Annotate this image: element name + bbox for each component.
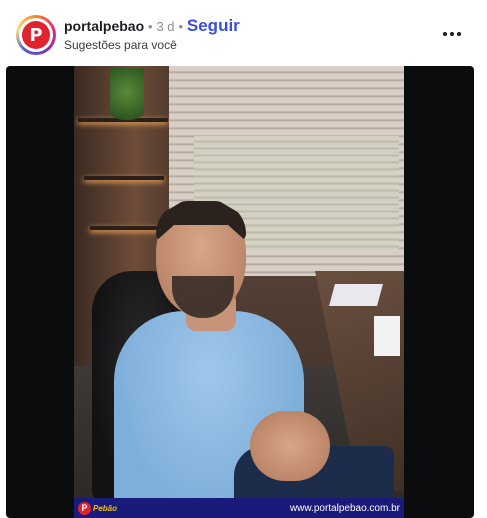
author-avatar[interactable]: P (16, 15, 56, 55)
video-watermark-banner: P Pebão www.portalpebao.com.br (74, 498, 404, 518)
video-shelf (90, 226, 160, 230)
portalpebao-logo-icon: P (22, 21, 50, 49)
author-username[interactable]: portalpebao (64, 18, 144, 34)
video-papers (329, 284, 383, 306)
video-shelf (84, 176, 164, 180)
post-age: 3 d (156, 19, 175, 34)
post-media-frame[interactable]: P Pebão www.portalpebao.com.br (6, 66, 474, 518)
video-papers (374, 316, 400, 356)
banner-logo-icon: P (78, 501, 91, 515)
meta-separator: • (148, 19, 153, 34)
banner-logo: P Pebão (78, 501, 118, 515)
dot (443, 32, 447, 36)
dot (450, 32, 454, 36)
post-meta-line: portalpebao • 3 d • Seguir (64, 16, 240, 36)
video-player[interactable]: P Pebão www.portalpebao.com.br (74, 66, 404, 518)
video-person-hands (250, 411, 330, 481)
follow-button[interactable]: Seguir (187, 16, 240, 35)
suggestion-label: Sugestões para você (64, 38, 177, 52)
banner-brand: Pebão (93, 503, 118, 513)
post-header: P portalpebao • 3 d • Seguir Sugestões p… (0, 0, 487, 64)
meta-separator-2: • (178, 19, 183, 34)
banner-url: www.portalpebao.com.br (289, 502, 400, 514)
more-options-icon[interactable] (440, 22, 464, 46)
video-plant (110, 68, 144, 128)
dot (457, 32, 461, 36)
avatar-ring: P (19, 18, 53, 52)
